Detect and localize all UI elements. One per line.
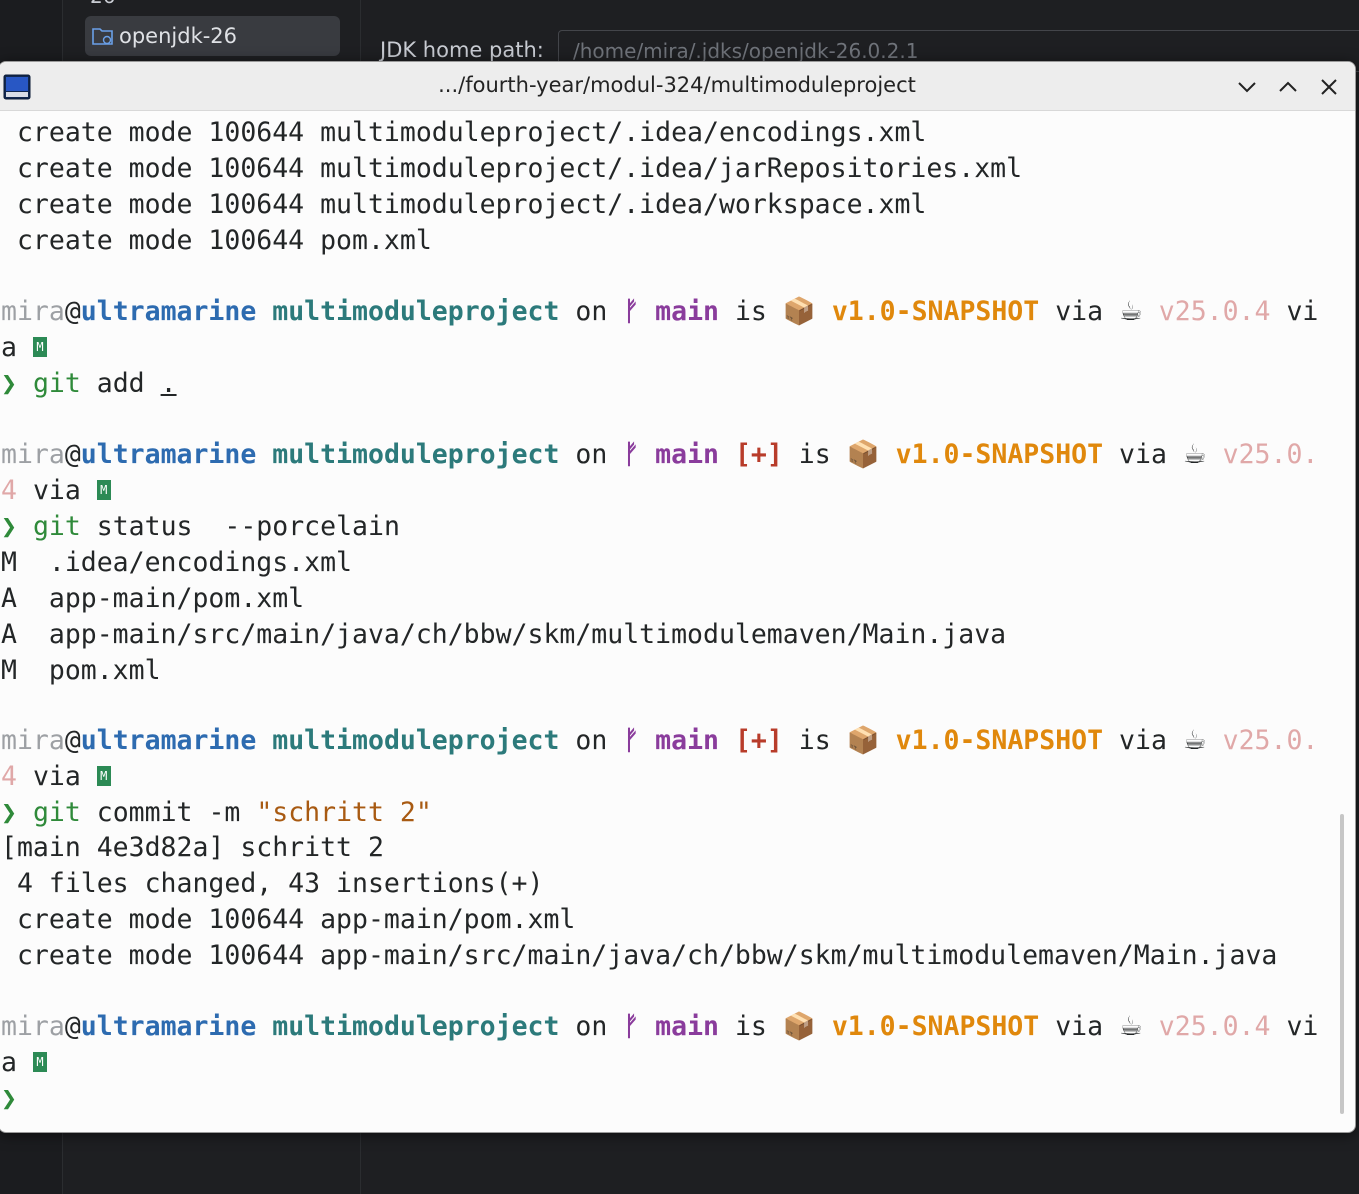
prompt-branch: main <box>655 296 719 327</box>
command-line-active[interactable]: ❯ <box>1 1082 17 1116</box>
prompt-host: ultramarine <box>80 296 257 327</box>
command-line: ❯ git status --porcelain <box>1 511 400 542</box>
package-icon: 📦 <box>782 1011 816 1042</box>
prompt-symbol: ❯ <box>1 368 17 399</box>
terminal-window[interactable]: .../fourth-year/modul-324/multimodulepro… <box>0 61 1356 1133</box>
chevron-up-icon[interactable] <box>1275 74 1301 100</box>
command-line: ❯ git add . <box>1 368 177 399</box>
chevron-down-icon[interactable] <box>1234 74 1260 100</box>
terminal-title: .../fourth-year/modul-324/multimodulepro… <box>438 73 916 97</box>
sdk-list-item-openjdk-26[interactable]: openjdk-26 <box>85 16 340 56</box>
branch-icon: ᚠ <box>623 296 640 327</box>
folder-icon <box>92 28 113 45</box>
prompt-dir: multimoduleproject <box>272 296 560 327</box>
output-line: create mode 100644 multimoduleproject/.i… <box>1 189 927 220</box>
status-line: M pom.xml <box>1 655 161 686</box>
java-icon: ☕ <box>1119 296 1143 327</box>
output-line: create mode 100644 multimoduleproject/.i… <box>1 117 927 148</box>
sdk-item-label: openjdk-26 <box>119 24 238 48</box>
package-icon: 📦 <box>846 725 880 756</box>
prompt-line: mira@ultramarine multimoduleproject on ᚠ… <box>1 725 1319 756</box>
jdk-home-path-value: /home/mira/.jdks/openjdk-26.0.2.1 <box>573 39 919 63</box>
status-line: A app-main/pom.xml <box>1 583 305 614</box>
package-icon: 📦 <box>846 439 880 470</box>
branch-icon: ᚠ <box>623 725 640 756</box>
status-line: M .idea/encodings.xml <box>1 547 352 578</box>
staged-indicator: [+] <box>734 439 783 470</box>
java-version: v25.0.4 <box>1158 296 1271 327</box>
package-icon: 📦 <box>782 296 816 327</box>
maven-icon: M <box>32 336 47 357</box>
java-icon: ☕ <box>1182 725 1207 756</box>
prompt-symbol: ❯ <box>1 511 17 542</box>
output-line: 4 files changed, 43 insertions(+) <box>1 868 544 899</box>
terminal-titlebar[interactable]: .../fourth-year/modul-324/multimodulepro… <box>0 62 1355 111</box>
prompt-user: mira <box>1 296 65 327</box>
maven-icon: M <box>96 479 111 500</box>
output-line: create mode 100644 multimoduleproject/.i… <box>1 153 1023 184</box>
branch-icon: ᚠ <box>623 1011 640 1042</box>
sdk-list-item-partial[interactable]: 26 <box>90 0 115 8</box>
prompt-line-wrap: 4 via M <box>1 474 111 508</box>
java-icon: ☕ <box>1119 1011 1143 1042</box>
status-line: A app-main/src/main/java/ch/bbw/skm/mult… <box>1 619 1007 650</box>
prompt-line-wrap: a M <box>1 1046 47 1080</box>
prompt-line-wrap: a M <box>1 331 47 365</box>
output-line: create mode 100644 app-main/src/main/jav… <box>1 940 1278 971</box>
output-line: [main 4e3d82a] schritt 2 <box>1 832 384 863</box>
output-line: create mode 100644 app-main/pom.xml <box>1 904 576 935</box>
jdk-home-path-label: JDK home path: <box>380 38 544 62</box>
command-line: ❯ git commit -m "schritt 2" <box>1 797 432 828</box>
terminal-output[interactable]: create mode 100644 multimoduleproject/.i… <box>0 110 1339 1130</box>
prompt-line: mira@ultramarine multimoduleproject on ᚠ… <box>1 1011 1319 1042</box>
maven-icon: M <box>32 1051 47 1072</box>
output-line: create mode 100644 pom.xml <box>1 225 432 256</box>
prompt-symbol: ❯ <box>1 1083 17 1114</box>
java-icon: ☕ <box>1182 439 1207 470</box>
prompt-line-wrap: 4 via M <box>1 760 111 794</box>
prompt-line: mira@ultramarine multimoduleproject on ᚠ… <box>1 439 1319 470</box>
close-icon[interactable] <box>1316 74 1342 100</box>
prompt-symbol: ❯ <box>1 797 17 828</box>
staged-indicator: [+] <box>734 725 783 756</box>
branch-icon: ᚠ <box>623 439 640 470</box>
terminal-scrollbar[interactable] <box>1340 814 1344 1114</box>
maven-icon: M <box>96 765 111 786</box>
prompt-version: v1.0-SNAPSHOT <box>831 296 1040 327</box>
prompt-line: mira@ultramarine multimoduleproject on ᚠ… <box>1 296 1319 327</box>
